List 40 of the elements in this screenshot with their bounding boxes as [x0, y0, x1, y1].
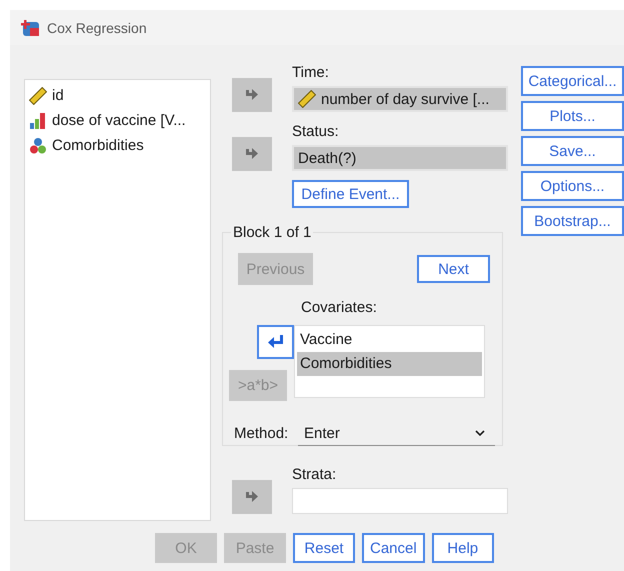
covariates-list[interactable]: Vaccine Comorbidities — [294, 325, 485, 398]
move-button[interactable] — [232, 78, 272, 112]
variable-item[interactable]: dose of vaccine [V... — [29, 108, 206, 133]
side-button[interactable]: Options... — [521, 171, 624, 201]
window-title: Cox Regression — [47, 20, 147, 36]
move-button[interactable] — [232, 137, 272, 171]
covariate-item[interactable]: Comorbidities — [297, 352, 482, 376]
side-button[interactable]: Bootstrap... — [521, 206, 624, 236]
define-event-button[interactable]: Define Event... — [292, 180, 409, 208]
move-button[interactable] — [257, 325, 294, 359]
bar-chart-icon — [29, 112, 47, 130]
status-label: Status: — [292, 123, 340, 141]
dialog-button[interactable]: Reset — [293, 533, 355, 563]
arrow-right-icon — [246, 148, 258, 159]
side-button[interactable]: Save... — [521, 136, 624, 166]
dialog-button[interactable]: Cancel — [362, 533, 425, 563]
strata-label: Strata: — [292, 466, 338, 484]
covariates-label: Covariates: — [301, 299, 378, 317]
covariate-item[interactable]: Vaccine — [297, 328, 482, 352]
arrow-right-icon — [246, 491, 258, 502]
arrow-left-icon — [268, 335, 282, 348]
variable-list[interactable]: id dose of vaccine [V... Comorbidities — [24, 79, 211, 521]
variable-item[interactable]: Comorbidities — [29, 133, 206, 158]
method-dropdown[interactable]: Enter — [298, 421, 495, 446]
block-title: Block 1 of 1 — [232, 224, 312, 241]
app-icon — [21, 18, 41, 38]
side-button[interactable]: Categorical... — [521, 66, 624, 96]
dialog-button[interactable]: Help — [432, 533, 494, 563]
chevron-down-icon — [475, 430, 485, 436]
time-label: Time: — [292, 64, 330, 82]
method-label: Method: — [234, 424, 290, 442]
time-field[interactable]: number of day survive [... — [292, 86, 508, 112]
variable-item[interactable]: id — [29, 83, 206, 108]
move-button[interactable] — [232, 480, 272, 514]
next-button[interactable]: Next — [417, 255, 490, 283]
circles-icon — [29, 136, 47, 154]
status-field[interactable]: Death(?) — [292, 145, 508, 171]
strata-field[interactable] — [292, 488, 508, 514]
side-button[interactable]: Plots... — [521, 101, 624, 131]
arrow-right-icon — [246, 89, 258, 100]
